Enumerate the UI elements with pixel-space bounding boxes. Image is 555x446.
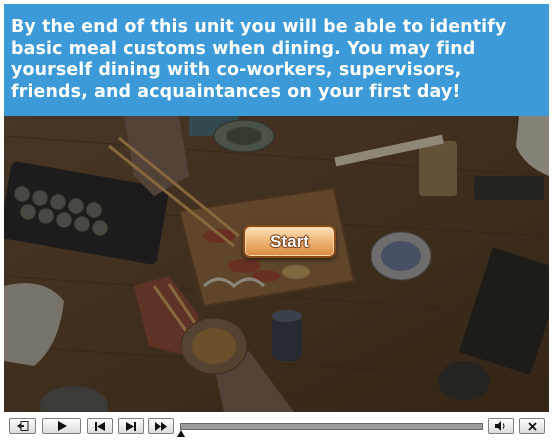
fast-forward-button[interactable]: [148, 418, 174, 434]
volume-button[interactable]: [488, 418, 514, 434]
progress-bar[interactable]: [180, 423, 483, 430]
playhead-handle[interactable]: [177, 430, 185, 437]
course-player: By the end of this unit you will be able…: [0, 0, 555, 446]
previous-button[interactable]: [87, 418, 113, 434]
skip-previous-icon: [95, 421, 105, 431]
exit-icon: [16, 421, 28, 431]
dining-table-photo: [4, 116, 549, 412]
play-icon: [57, 421, 67, 431]
playback-controls: [0, 414, 555, 446]
start-button[interactable]: Start: [243, 225, 336, 258]
exit-button[interactable]: [9, 418, 36, 434]
instruction-text: By the end of this unit you will be able…: [11, 17, 507, 102]
slide-stage: Start: [4, 116, 549, 412]
close-icon: [527, 421, 537, 431]
fast-forward-icon: [155, 421, 167, 431]
volume-icon: [495, 421, 505, 431]
close-button[interactable]: [519, 418, 545, 434]
instruction-banner: By the end of this unit you will be able…: [4, 4, 549, 116]
skip-next-icon: [126, 421, 136, 431]
play-button[interactable]: [42, 418, 81, 434]
next-button[interactable]: [118, 418, 144, 434]
